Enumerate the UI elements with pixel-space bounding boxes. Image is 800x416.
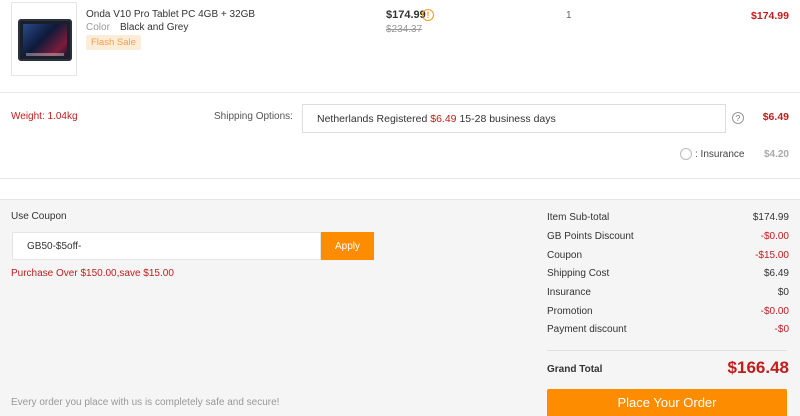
product-title[interactable]: Onda V10 Pro Tablet PC 4GB + 32GB <box>86 9 255 20</box>
summary-label: Insurance <box>547 287 591 298</box>
place-order-button[interactable]: Place Your Order <box>547 389 787 416</box>
divider <box>547 350 787 351</box>
coupon-input[interactable] <box>12 232 321 260</box>
shipping-method-select[interactable]: Netherlands Registered $6.49 15-28 busin… <box>302 104 726 133</box>
insurance-label: : Insurance <box>695 149 745 160</box>
summary-value: -$15.00 <box>755 250 789 261</box>
summary-label: Coupon <box>547 250 583 261</box>
color-label: Color <box>86 22 110 33</box>
quantity: 1 <box>566 10 572 21</box>
weight-text: Weight: 1.04kg <box>11 111 78 122</box>
summary-label: Shipping Cost <box>547 268 610 279</box>
shipping-method-days: 15-28 business days <box>459 113 556 125</box>
divider <box>0 178 800 179</box>
summary-label: GB Points Discount <box>547 231 634 242</box>
question-icon[interactable]: ? <box>732 112 744 124</box>
line-total: $174.99 <box>751 10 789 22</box>
summary-value: -$0 <box>774 324 789 335</box>
insurance-cost: $4.20 <box>763 149 789 160</box>
summary-label: Payment discount <box>547 324 627 335</box>
unit-price: $174.99 <box>386 9 426 21</box>
summary-value: $0 <box>777 287 789 298</box>
use-coupon-label: Use Coupon <box>11 211 67 222</box>
cart-item-row: Onda V10 Pro Tablet PC 4GB + 32GB Color … <box>0 0 800 92</box>
info-icon[interactable]: ! <box>422 9 434 21</box>
summary-value: $174.99 <box>752 212 789 223</box>
summary-label: Promotion <box>547 306 593 317</box>
coupon-message: Purchase Over $150.00,save $15.00 <box>11 268 174 279</box>
insurance-radio[interactable] <box>680 148 692 160</box>
summary-value: $6.49 <box>763 268 789 279</box>
summary-value: -$0.00 <box>760 231 789 242</box>
product-image[interactable] <box>11 2 77 76</box>
grand-total-value: $166.48 <box>727 358 789 377</box>
apply-coupon-button[interactable]: Apply <box>321 232 374 260</box>
divider <box>0 92 800 93</box>
tablet-graphic <box>18 19 72 61</box>
shipping-method-name: Netherlands Registered <box>317 113 428 125</box>
original-price: $234.37 <box>386 24 423 35</box>
summary-value: -$0.00 <box>760 306 789 317</box>
shipping-method-price: $6.49 <box>430 113 457 125</box>
flash-sale-badge: Flash Sale <box>86 35 141 50</box>
grand-total-label: Grand Total <box>547 364 603 375</box>
color-value: Black and Grey <box>120 22 189 33</box>
summary-label: Item Sub-total <box>547 212 610 223</box>
secure-order-text: Every order you place with us is complet… <box>11 397 280 408</box>
shipping-options-label: Shipping Options: <box>214 111 293 122</box>
shipping-cost: $6.49 <box>762 111 789 123</box>
